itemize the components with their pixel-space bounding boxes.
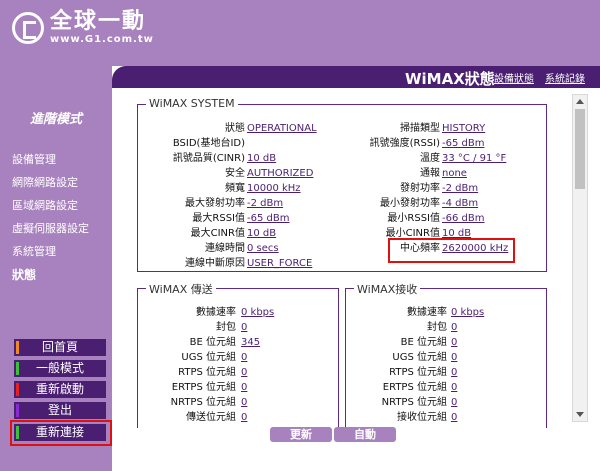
brand-title: 全球一動 [50, 9, 147, 34]
tx-row: BE 位元組 345 [189, 337, 261, 348]
center-frequency-highlight [388, 238, 515, 263]
rx-row: 數據速率 0 kbps [407, 307, 485, 318]
stripe-icon [16, 362, 19, 375]
wimax-tx-panel: WiMAX 傳送 數據速率 0 kbps 封包 0 BE 位元組 345 UGS 位元… [137, 281, 339, 428]
sidebar-item-system-management[interactable]: 系統管理 [12, 244, 89, 267]
reconnect-highlight [10, 420, 112, 446]
home-button-label: 回首頁 [41, 340, 78, 354]
system-row: 最大RSSI值 -65 dBm 最小RSSI值 -66 dBm [192, 213, 485, 224]
rx-row: 接收位元組 0 [397, 412, 458, 423]
wimax-tx-title: WiMAX 傳送 [146, 281, 216, 297]
home-button[interactable]: 回首頁 [14, 339, 106, 356]
brand-url: www.G1.com.tw [50, 34, 154, 45]
device-status-link[interactable]: 設備狀態 [494, 70, 534, 85]
tx-row: UGS 位元組 0 [181, 352, 248, 363]
basic-mode-button-label: 一般模式 [35, 361, 84, 375]
content-scrollbar[interactable] [572, 94, 588, 422]
sidebar-title: 進階模式 [30, 112, 83, 127]
scroll-down-icon[interactable] [576, 412, 584, 417]
logout-button[interactable]: 登出 [14, 402, 106, 419]
basic-mode-button[interactable]: 一般模式 [14, 360, 106, 377]
wimax-system-title: WiMAX SYSTEM [146, 97, 238, 110]
wimax-rx-panel: WiMAX接收 數據速率 0 kbps 封包 0 BE 位元組 0 UGS 位元組 0 … [345, 281, 547, 428]
brand-logo[interactable]: 全球一動 www.G1.com.tw [12, 10, 154, 46]
tx-row: 傳送位元組 0 [186, 412, 248, 423]
logo-icon [12, 12, 44, 44]
tx-row: ERTPS 位元組 0 [171, 382, 248, 393]
system-row: 狀態 OPERATIONAL 掃描類型 HISTORY [225, 123, 486, 134]
stripe-icon [16, 341, 19, 354]
rx-row: ERTPS 位元組 0 [382, 382, 458, 393]
scroll-up-icon[interactable] [576, 99, 584, 104]
rx-row: 封包 0 [427, 322, 458, 333]
tx-row: 數據速率 0 kbps [196, 307, 275, 318]
system-row: 最大發射功率 -2 dBm 最小發射功率 -4 dBm [185, 198, 479, 209]
reboot-button[interactable]: 重新啟動 [14, 381, 106, 398]
system-log-link[interactable]: 系統記錄 [545, 70, 585, 85]
wimax-rx-title: WiMAX接收 [354, 281, 421, 297]
sidebar-nav: 設備管理 網際網路設定 區域網路設定 虛擬伺服器設定 系統管理 狀態 [12, 152, 89, 290]
sidebar-item-internet-settings[interactable]: 網際網路設定 [12, 175, 89, 198]
page-title: WiMAX狀態 [405, 70, 495, 88]
sidebar-item-status[interactable]: 狀態 [12, 267, 89, 290]
system-row: 訊號品質(CINR) 10 dB 溫度 33 °C / 91 °F [172, 153, 507, 164]
stripe-icon [16, 404, 19, 417]
reboot-button-label: 重新啟動 [35, 382, 84, 396]
rx-row: UGS 位元組 0 [392, 352, 458, 363]
sidebar-item-virtual-server[interactable]: 虛擬伺服器設定 [12, 221, 89, 244]
rx-row: BE 位元組 0 [400, 337, 458, 348]
system-row: BSID(基地台ID) 訊號強度(RSSI) -65 dBm [172, 138, 485, 149]
tx-row: 封包 0 [216, 322, 248, 333]
scroll-thumb[interactable] [575, 109, 585, 189]
refresh-button[interactable]: 更新 [270, 427, 332, 442]
system-row: 頻寬 10000 kHz 發射功率 -2 dBm [225, 183, 479, 194]
rx-row: NRTPS 位元組 0 [381, 397, 458, 408]
sidebar-item-lan-settings[interactable]: 區域網路設定 [12, 198, 89, 221]
tx-row: NRTPS 位元組 0 [170, 397, 248, 408]
stripe-icon [16, 383, 19, 396]
rx-row: RTPS 位元組 0 [389, 367, 458, 378]
system-row: 安全 AUTHORIZED 通報 none [225, 168, 467, 179]
logout-button-label: 登出 [47, 403, 72, 417]
sidebar-item-device-management[interactable]: 設備管理 [12, 152, 89, 175]
auto-button[interactable]: 自動 [334, 427, 396, 442]
tx-row: RTPS 位元組 0 [178, 367, 248, 378]
